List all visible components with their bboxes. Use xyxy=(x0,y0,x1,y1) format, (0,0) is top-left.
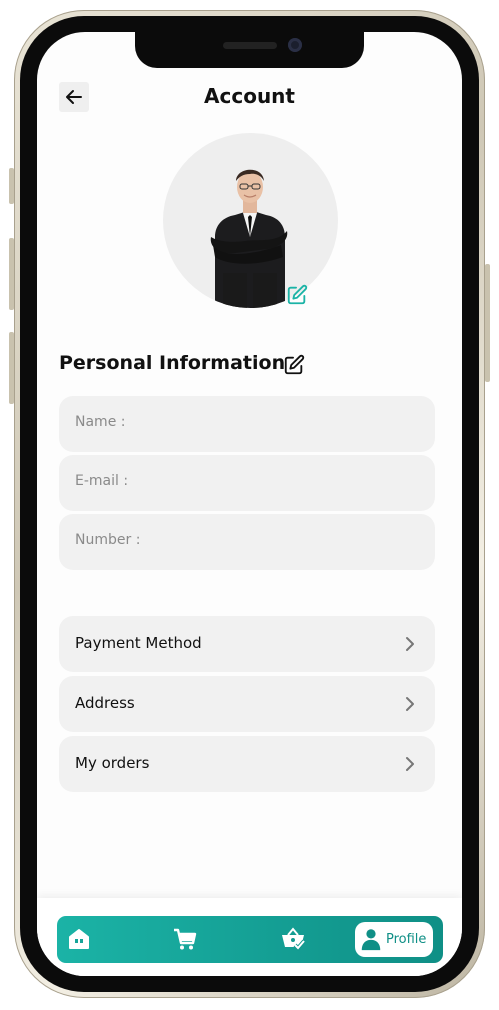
camera xyxy=(288,38,302,52)
notch xyxy=(135,32,364,68)
section-title: Personal Information xyxy=(59,352,286,374)
menu-item-payment-method[interactable]: Payment Method xyxy=(59,616,435,672)
menu-item-my-orders[interactable]: My orders xyxy=(59,736,435,792)
edit-pencil-icon[interactable] xyxy=(283,354,305,376)
avatar[interactable] xyxy=(163,133,338,308)
menu-item-label: Payment Method xyxy=(75,634,202,652)
number-field-label: Number : xyxy=(75,532,141,548)
email-field-label: E-mail : xyxy=(75,473,129,489)
email-field[interactable]: E-mail : xyxy=(59,455,435,511)
user-photo xyxy=(210,169,288,308)
chevron-right-icon xyxy=(406,637,414,651)
side-button-power xyxy=(485,264,490,382)
speaker xyxy=(223,42,277,49)
screen: Account Personal Information Name: E-ma… xyxy=(37,32,462,976)
side-button-mute xyxy=(9,168,14,204)
name-field-label: Name : xyxy=(75,414,126,430)
side-button-volume-up xyxy=(9,238,14,310)
chevron-right-icon xyxy=(406,697,414,711)
nav-item-profile[interactable]: Profile xyxy=(355,922,433,957)
user-icon xyxy=(361,929,381,951)
basket-check-icon[interactable] xyxy=(280,926,306,952)
nav-item-profile-label: Profile xyxy=(386,932,427,947)
menu-item-label: Address xyxy=(75,694,135,712)
bottom-nav: Profile xyxy=(57,916,443,963)
edit-pencil-icon[interactable] xyxy=(286,284,308,306)
chevron-right-icon xyxy=(406,757,414,771)
menu-item-label: My orders xyxy=(75,754,150,772)
home-icon[interactable] xyxy=(66,926,92,952)
page-title: Account xyxy=(204,84,295,108)
cart-icon[interactable] xyxy=(172,926,198,952)
side-button-volume-down xyxy=(9,332,14,404)
name-field[interactable]: Name : xyxy=(59,396,435,452)
menu-item-address[interactable]: Address xyxy=(59,676,435,732)
number-field[interactable]: Number : xyxy=(59,514,435,570)
